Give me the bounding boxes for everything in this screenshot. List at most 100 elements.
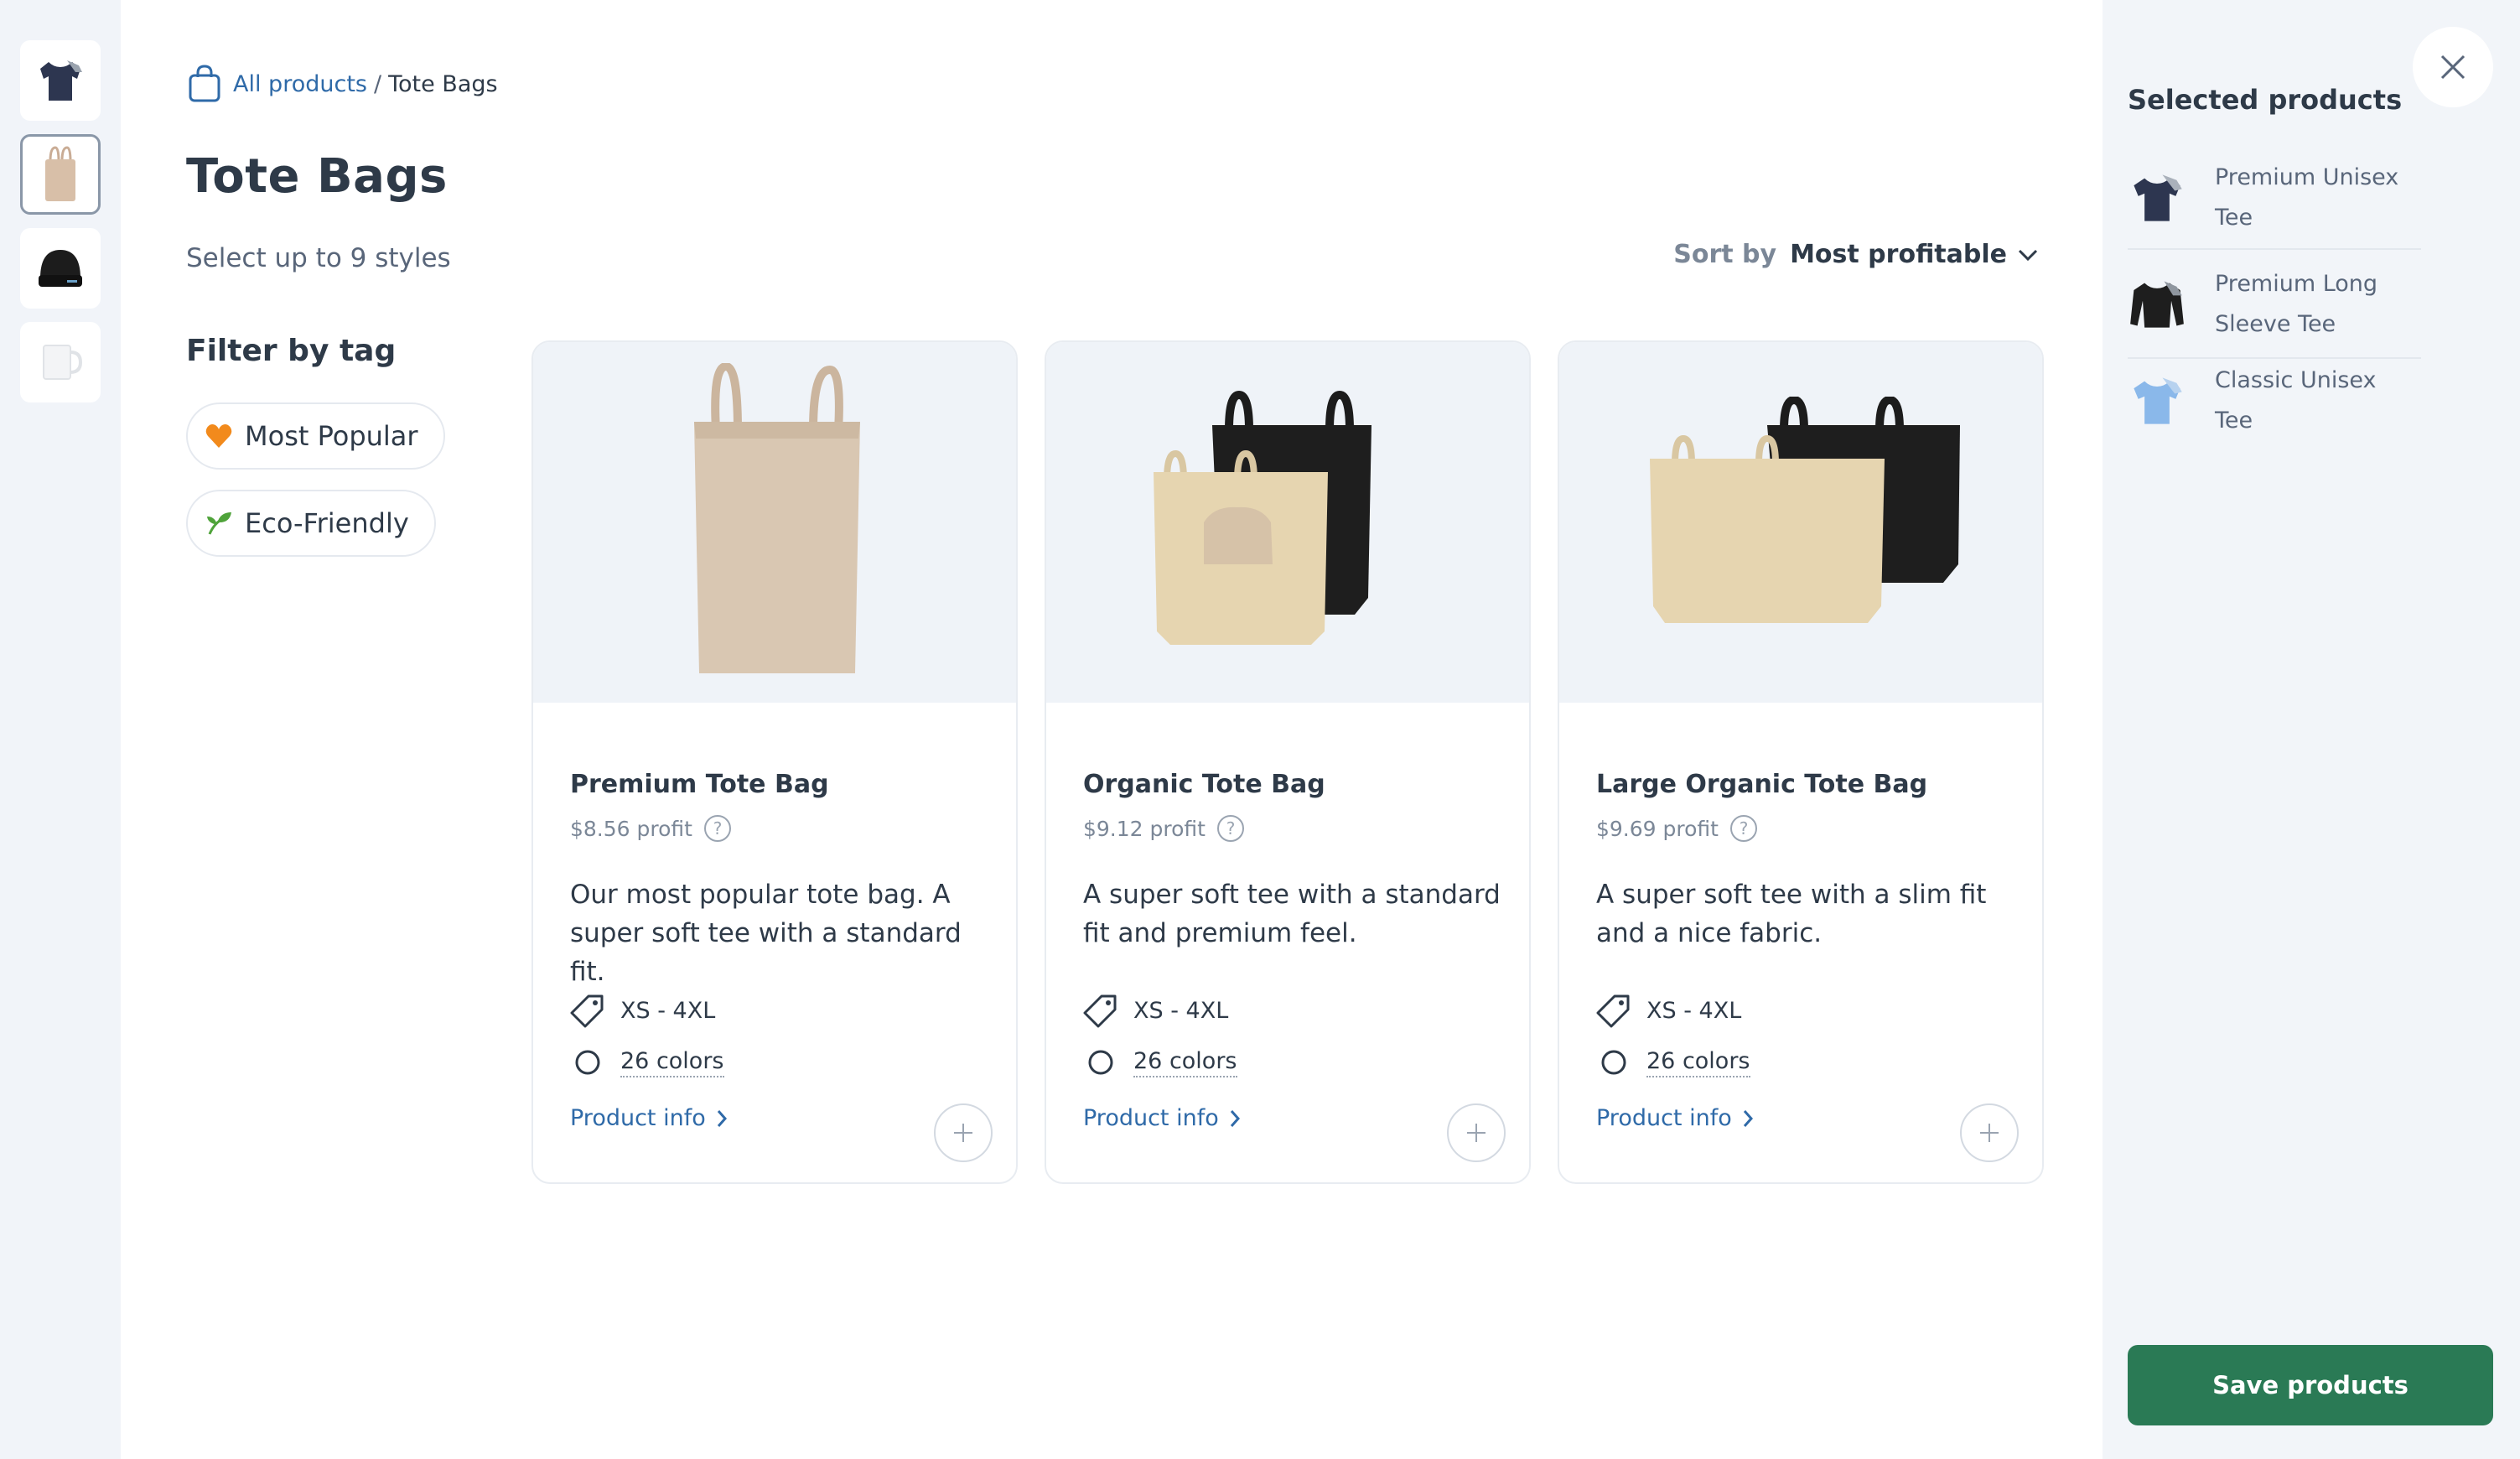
size-range: XS - 4XL [1133, 997, 1229, 1024]
price-tag-icon [570, 994, 604, 1028]
sort-dropdown[interactable]: Sort by Most profitable [1673, 240, 2039, 269]
product-description: A super soft tee with a standard fit and… [1083, 880, 1501, 948]
product-colors[interactable]: 26 colors [570, 1045, 724, 1080]
rail-item-hats[interactable] [20, 228, 101, 309]
profit-value: $9.69 profit [1596, 816, 1719, 841]
color-circle-icon [1088, 1050, 1113, 1075]
size-range: XS - 4XL [1646, 997, 1742, 1024]
mug-icon [43, 345, 83, 380]
help-icon[interactable]: ? [703, 813, 733, 844]
long-sleeve-shirt-icon [2130, 281, 2184, 328]
product-info-link[interactable]: Product info [1083, 1105, 1241, 1131]
product-profit: $9.12 profit ? [1083, 813, 1246, 844]
add-product-button[interactable] [1447, 1103, 1506, 1162]
product-card[interactable]: Premium Tote Bag $8.56 profit ? Our most… [531, 340, 1018, 1184]
color-circle-icon [575, 1050, 600, 1075]
selected-item[interactable]: Premium Long Sleeve Tee [2128, 252, 2421, 359]
chevron-down-icon [2018, 249, 2038, 261]
product-info-link[interactable]: Product info [1596, 1105, 1754, 1131]
product-image [1559, 342, 2042, 703]
tag-eco-friendly[interactable]: Eco-Friendly [186, 490, 436, 557]
tag-label: Most Popular [245, 420, 418, 452]
tshirt-icon [2134, 377, 2182, 424]
save-products-button[interactable]: Save products [2128, 1345, 2493, 1425]
add-product-button[interactable] [934, 1103, 993, 1162]
rail-item-tshirts[interactable] [20, 40, 101, 121]
tote-bag-image [1650, 397, 1960, 623]
size-range: XS - 4XL [620, 997, 716, 1024]
selected-item-name: Premium Long Sleeve Tee [2215, 271, 2378, 337]
product-image [1046, 342, 1529, 703]
sort-value[interactable]: Most profitable [1790, 240, 2007, 269]
breadcrumb-separator: / [373, 70, 382, 97]
svg-text:?: ? [1740, 818, 1749, 839]
product-thumbnail [2128, 275, 2186, 334]
chevron-right-icon [1230, 1109, 1240, 1127]
rail-item-mugs[interactable] [20, 322, 101, 402]
chevron-right-icon [717, 1109, 727, 1127]
product-name: Organic Tote Bag [1083, 770, 1325, 799]
page-title: Tote Bags [186, 149, 448, 204]
tag-label: Eco-Friendly [245, 507, 409, 539]
product-info-label: Product info [570, 1105, 706, 1131]
heart-icon [205, 424, 232, 448]
color-circle-icon [1601, 1050, 1626, 1075]
product-info-link[interactable]: Product info [570, 1105, 728, 1131]
breadcrumb-all-products-link[interactable]: All products [233, 71, 367, 97]
product-thumbnail [2128, 169, 2186, 227]
product-card[interactable]: Large Organic Tote Bag $9.69 profit ? A … [1558, 340, 2044, 1184]
product-name: Large Organic Tote Bag [1596, 770, 1928, 799]
product-colors[interactable]: 26 colors [1083, 1045, 1237, 1080]
help-icon[interactable]: ? [1216, 813, 1246, 844]
shopping-bag-icon [189, 65, 220, 102]
plus-icon [954, 1124, 972, 1142]
product-category-rail [0, 0, 121, 1459]
product-sizes: XS - 4XL [1083, 993, 1228, 1028]
sort-label: Sort by [1673, 240, 1777, 269]
close-button[interactable] [2413, 27, 2493, 107]
color-count[interactable]: 26 colors [620, 1048, 724, 1077]
price-tag-icon [1083, 994, 1117, 1028]
product-description: A super soft tee with a slim fit and a n… [1596, 880, 1987, 948]
beanie-icon [39, 250, 82, 287]
sprout-icon [207, 512, 231, 535]
product-card[interactable]: Organic Tote Bag $9.12 profit ? A super … [1045, 340, 1531, 1184]
color-count[interactable]: 26 colors [1646, 1048, 1750, 1077]
product-description: Our most popular tote bag. A super soft … [570, 880, 962, 987]
product-colors[interactable]: 26 colors [1596, 1045, 1750, 1080]
price-tag-icon [1596, 994, 1630, 1028]
selected-item[interactable]: Premium Unisex Tee [2128, 148, 2421, 250]
page-subtitle: Select up to 9 styles [186, 243, 451, 273]
product-sizes: XS - 4XL [570, 993, 715, 1028]
tote-bag-image [694, 363, 860, 673]
tote-bag-icon [45, 146, 75, 201]
help-icon[interactable]: ? [1729, 813, 1759, 844]
add-product-button[interactable] [1960, 1103, 2019, 1162]
plus-icon [1980, 1124, 1999, 1142]
rail-item-tote-bags[interactable] [20, 134, 101, 215]
product-thumbnail [2128, 371, 2186, 430]
svg-text:?: ? [713, 818, 723, 839]
profit-value: $9.12 profit [1083, 816, 1206, 841]
product-sizes: XS - 4XL [1596, 993, 1741, 1028]
product-profit: $8.56 profit ? [570, 813, 733, 844]
filter-title: Filter by tag [186, 334, 397, 368]
tshirt-icon [40, 60, 82, 101]
plus-icon [1467, 1124, 1486, 1142]
product-image [533, 342, 1016, 703]
breadcrumb: All products / Tote Bags [186, 62, 498, 106]
selected-item[interactable]: Classic Unisex Tee [2128, 361, 2421, 441]
color-count[interactable]: 26 colors [1133, 1048, 1237, 1077]
product-name: Premium Tote Bag [570, 770, 829, 799]
product-info-label: Product info [1083, 1105, 1219, 1131]
selected-item-name: Premium Unisex Tee [2215, 164, 2399, 231]
product-info-label: Product info [1596, 1105, 1732, 1131]
selected-item-name: Classic Unisex Tee [2215, 367, 2377, 434]
product-profit: $9.69 profit ? [1596, 813, 1759, 844]
tag-most-popular[interactable]: Most Popular [186, 402, 445, 470]
selected-products-title: Selected products [2128, 84, 2403, 116]
breadcrumb-current: Tote Bags [388, 70, 498, 97]
tshirt-icon [2134, 174, 2182, 221]
close-icon [2440, 55, 2466, 80]
svg-text:?: ? [1226, 818, 1236, 839]
